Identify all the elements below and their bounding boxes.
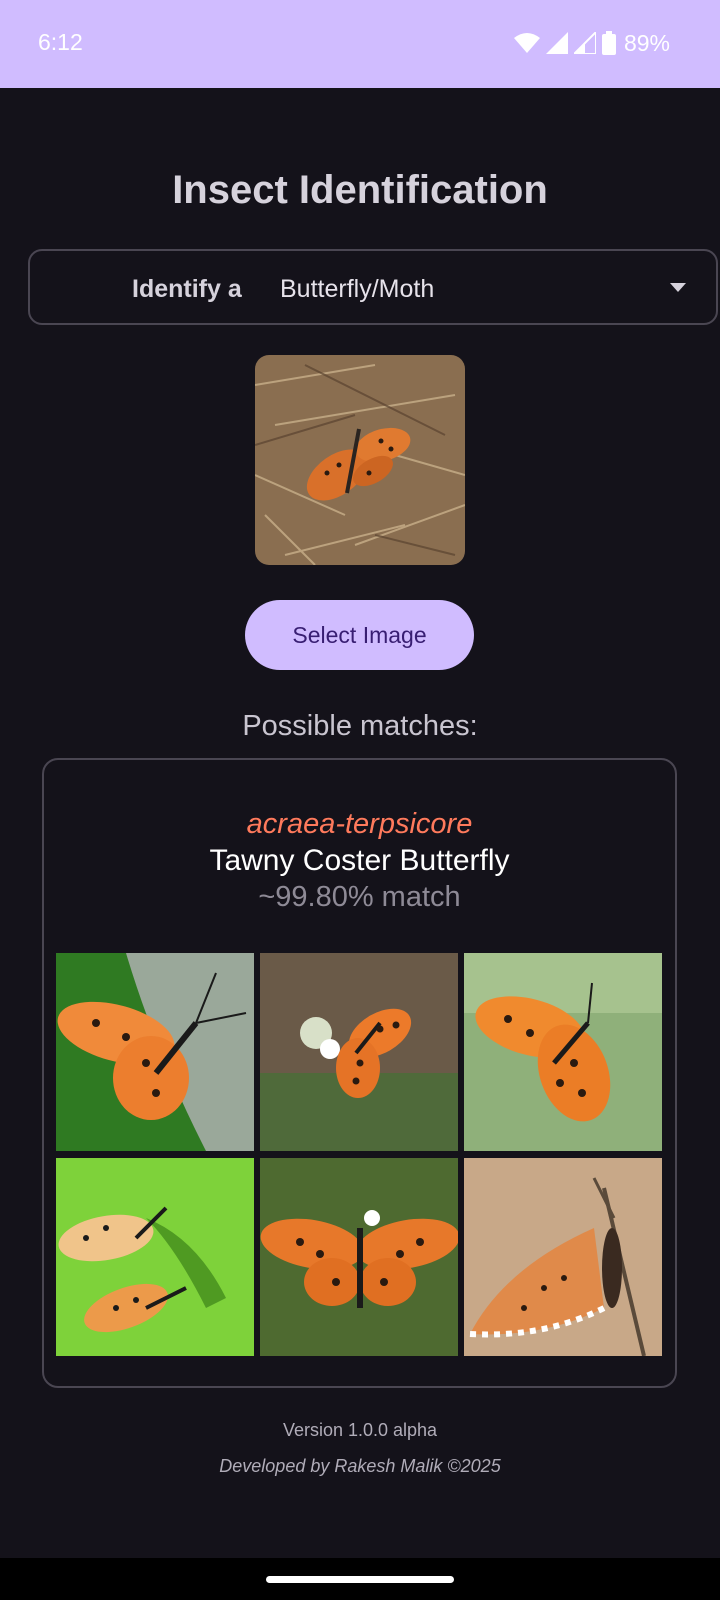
reference-image-3: [464, 953, 662, 1151]
scientific-name: acraea-terpsicore: [246, 808, 473, 840]
common-name: Tawny Coster Butterfly: [209, 844, 510, 877]
developer-credit: Developed by Rakesh Malik ©2025: [219, 1456, 501, 1476]
chevron-down-icon: [670, 283, 686, 292]
butterfly-photo-icon: [260, 1158, 458, 1356]
match-card: acraea-terpsicore Tawny Coster Butterfly…: [42, 758, 677, 1388]
page-title: Insect Identification: [172, 168, 548, 212]
status-bar: 6:12 89%: [0, 0, 720, 88]
home-gesture-handle[interactable]: [266, 1576, 454, 1583]
reference-image-6: [464, 1158, 662, 1356]
reference-image-1: [56, 953, 254, 1151]
signal-icon: [545, 32, 568, 54]
selected-image-preview: [255, 355, 465, 565]
version-text: Version 1.0.0 alpha: [282, 1420, 438, 1440]
dropdown-selected-value: Butterfly/Moth: [280, 275, 435, 303]
butterfly-photo-icon: [464, 1158, 662, 1356]
status-time: 6:12: [38, 29, 83, 55]
butterfly-photo-icon: [255, 355, 465, 565]
insect-type-dropdown[interactable]: Identify a Butterfly/Moth: [28, 249, 718, 325]
matches-heading: Possible matches:: [242, 710, 478, 742]
reference-image-4: [56, 1158, 254, 1356]
battery-percent: 89%: [623, 29, 670, 56]
wifi-icon: [513, 33, 540, 53]
reference-image-5: [260, 1158, 458, 1356]
butterfly-photo-icon: [260, 953, 458, 1151]
dropdown-label: Identify a: [132, 275, 242, 303]
match-percentage: ~99.80% match: [258, 881, 461, 913]
battery-icon: [601, 31, 616, 55]
reference-image-2: [260, 953, 458, 1151]
navigation-bar: [0, 1558, 720, 1600]
butterfly-photo-icon: [56, 953, 254, 1151]
butterfly-photo-icon: [464, 953, 662, 1151]
signal-icon-secondary: [573, 32, 596, 54]
butterfly-photo-icon: [56, 1158, 254, 1356]
select-image-button[interactable]: Select Image: [245, 600, 474, 670]
status-icons: 89%: [513, 28, 670, 58]
